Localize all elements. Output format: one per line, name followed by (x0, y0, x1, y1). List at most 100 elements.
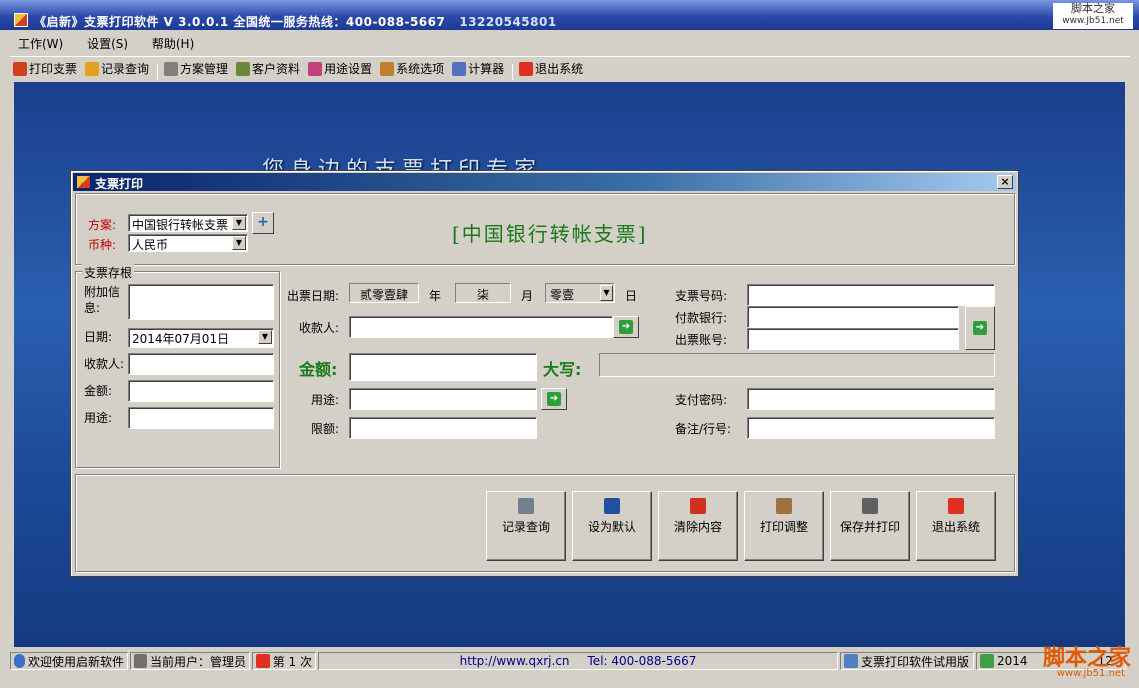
stub-purpose-input[interactable] (128, 407, 274, 429)
save-icon (604, 498, 620, 514)
issuer-account-input[interactable] (747, 328, 959, 350)
clock-icon (980, 654, 994, 668)
status-website[interactable]: http://www.qxrj.cn (460, 654, 570, 668)
issue-month-field[interactable]: 柒 (455, 283, 511, 303)
toolbar-button-0[interactable]: 打印支票 (10, 57, 80, 80)
scheme-select-value: 中国银行转帐支票 (132, 218, 229, 232)
toolbar-label: 用途设置 (324, 62, 373, 76)
action-button-label: 退出系统 (931, 520, 980, 534)
watermark-bottom-url: www.jb51.net (1056, 668, 1125, 679)
purpose-label: 用途: (311, 393, 340, 407)
month-unit-label: 月 (521, 289, 534, 303)
action-button-label: 设为默认 (587, 520, 636, 534)
toolbar-button-7[interactable]: 退出系统 (516, 57, 586, 80)
toolbar-separator (157, 64, 159, 80)
toolbar-label: 方案管理 (180, 62, 229, 76)
amount-label: 金额: (299, 360, 338, 379)
cheque-stub-group: 支票存根 附加信息: 日期: 2014年07月01日 ▼ 收款人: 金额: 用途… (75, 264, 280, 468)
watermark-text: 脚本之家 (1071, 2, 1115, 15)
status-contact: http://www.qxrj.cn Tel: 400-088-5667 (318, 652, 838, 670)
exit-icon (948, 498, 964, 514)
day-unit-label: 日 (625, 289, 638, 303)
action-button-1[interactable]: 设为默认 (572, 491, 652, 561)
toolbar-button-4[interactable]: 用途设置 (305, 57, 375, 80)
issue-year-field[interactable]: 贰零壹肆 (349, 283, 419, 303)
action-button-0[interactable]: 记录查询 (486, 491, 566, 561)
extra-info-input[interactable] (128, 284, 274, 320)
dialog-title-bar: 支票打印 × (73, 173, 1016, 191)
add-scheme-button[interactable]: + (252, 212, 274, 234)
account-lookup-button[interactable]: ➔ (965, 306, 995, 350)
print-adjust-icon (776, 498, 792, 514)
amount-input[interactable] (349, 353, 537, 381)
status-date: 2014 (997, 654, 1028, 668)
status-user-text: 当前用户：管理员 (149, 654, 246, 669)
payee-input[interactable] (349, 316, 613, 338)
action-button-5[interactable]: 退出系统 (916, 491, 996, 561)
chevron-down-icon[interactable]: ▼ (232, 236, 246, 250)
watermark-logo: 脚本之家 www.Jb51.net (1053, 3, 1133, 29)
dialog-close-button[interactable]: × (997, 175, 1013, 189)
records-icon (85, 61, 100, 76)
toolbar-separator (512, 64, 514, 80)
menu-settings[interactable]: 设置(S) (79, 32, 136, 55)
paying-bank-input[interactable] (747, 306, 959, 328)
remark-input[interactable] (747, 417, 995, 439)
stub-date-value: 2014年07月01日 (132, 332, 230, 346)
status-count: 第 1 次 (252, 652, 316, 670)
cheque-number-input[interactable] (747, 284, 995, 306)
stub-date-label: 日期: (84, 330, 113, 344)
action-button-label: 清除内容 (673, 520, 722, 534)
stub-amount-input[interactable] (128, 380, 274, 402)
issue-day-select[interactable]: 零壹 ▼ (545, 283, 615, 303)
scheme-select[interactable]: 中国银行转帐支票 ▼ (128, 214, 248, 232)
arrow-right-icon: ➔ (619, 320, 633, 334)
limit-input[interactable] (349, 417, 537, 439)
status-count-text: 第 1 次 (272, 654, 312, 669)
customer-icon (236, 61, 251, 76)
toolbar-button-1[interactable]: 记录查询 (82, 57, 152, 80)
clear-icon (690, 498, 706, 514)
currency-select[interactable]: 人民币 ▼ (128, 234, 248, 252)
toolbar-button-6[interactable]: 计算器 (449, 57, 507, 80)
issue-date-label: 出票日期: (287, 289, 340, 303)
payment-password-label: 支付密码: (675, 393, 728, 407)
scheme-panel: 方案: 中国银行转帐支票 ▼ + 币种: 人民币 ▼ [中国银行转帐支票] (75, 193, 1015, 265)
exit-icon (519, 61, 534, 76)
toolbar-label: 系统选项 (396, 62, 445, 76)
menu-work[interactable]: 工作(W) (10, 32, 71, 55)
watermark-url: www.Jb51.net (1062, 16, 1124, 26)
action-button-label: 保存并打印 (839, 520, 900, 534)
user-icon (134, 654, 147, 668)
chevron-down-icon[interactable]: ▼ (258, 330, 272, 344)
paying-bank-label: 付款银行: (675, 311, 728, 325)
stub-date-picker[interactable]: 2014年07月01日 ▼ (128, 328, 274, 348)
payee-lookup-button[interactable]: ➔ (613, 316, 639, 338)
menu-help[interactable]: 帮助(H) (144, 32, 202, 55)
chevron-down-icon[interactable]: ▼ (600, 285, 613, 301)
toolbar-button-3[interactable]: 客户资料 (233, 57, 303, 80)
purpose-lookup-button[interactable]: ➔ (541, 388, 567, 410)
search-records-icon (518, 498, 534, 514)
payee-label: 收款人: (299, 321, 340, 335)
status-edition-text: 支票打印软件试用版 (861, 654, 970, 669)
toolbar-label: 计算器 (468, 62, 505, 76)
cheque-form: 出票日期: 贰零壹肆 年 柒 月 零壹 ▼ 日 收款人: ➔ 金额: 大写: 用… (281, 271, 1015, 468)
arrow-right-icon: ➔ (973, 321, 987, 335)
edition-icon (844, 654, 858, 668)
toolbar-button-2[interactable]: 方案管理 (161, 57, 231, 80)
purpose-input[interactable] (349, 388, 537, 410)
chevron-down-icon[interactable]: ▼ (232, 216, 246, 230)
window-title-phone: 13220545801 (459, 15, 557, 29)
payment-password-input[interactable] (747, 388, 995, 410)
status-welcome-text: 欢迎使用启新软件 (27, 654, 124, 669)
uppercase-amount-field (599, 353, 995, 377)
toolbar-label: 客户资料 (252, 62, 301, 76)
stub-payee-input[interactable] (128, 353, 274, 375)
stub-amount-label: 金额: (84, 384, 113, 398)
action-button-3[interactable]: 打印调整 (744, 491, 824, 561)
action-button-panel: 记录查询 设为默认 清除内容 打印调整 保存并打印 退出系统 (75, 474, 1015, 572)
toolbar-button-5[interactable]: 系统选项 (377, 57, 447, 80)
action-button-4[interactable]: 保存并打印 (830, 491, 910, 561)
action-button-2[interactable]: 清除内容 (658, 491, 738, 561)
